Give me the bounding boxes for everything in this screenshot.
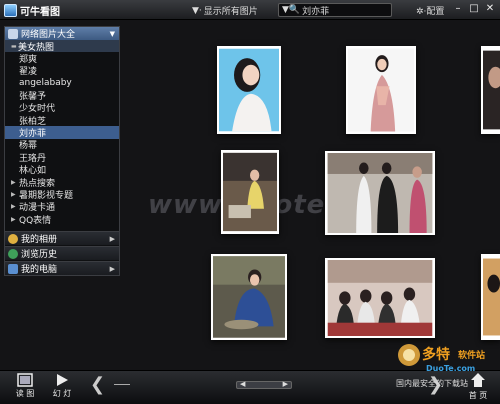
sidebar: 网络图片大全 ▼ ▬ 美女热图 郑爽 翟凌 angelababy 张馨予 少女时… [4, 26, 120, 276]
home-label: 首 页 [468, 391, 488, 400]
photo-image [223, 152, 277, 232]
search-icon: ▼🔍 [282, 5, 301, 15]
photo-image [213, 256, 285, 338]
sidebar-category-hot-search[interactable]: ▶ 热点搜索 [5, 176, 119, 189]
brand-slogan: 国内最安全的下载站 [396, 379, 468, 388]
filter-dropdown-icon: ▼· [192, 5, 202, 16]
scroll-right-icon[interactable]: ▶ [283, 380, 288, 388]
app-title-text: 可牛看图 [20, 7, 60, 18]
view-label: 读 图 [15, 389, 35, 398]
photo-thumbnail[interactable] [325, 151, 435, 235]
brand-logo-icon [398, 344, 420, 366]
sidebar-category-summer-movies[interactable]: ▶ 暑期影视专题 [5, 188, 119, 201]
photo-thumbnail[interactable] [346, 46, 416, 134]
search-value: 刘亦菲 [302, 6, 330, 17]
filter-dropdown[interactable]: ▼· 显示所有图片 [192, 4, 258, 18]
photo-image [483, 258, 500, 336]
photo-thumbnail[interactable] [211, 254, 287, 340]
play-icon [57, 374, 68, 386]
computer-icon [8, 263, 18, 274]
sidebar-category-anime[interactable]: ▶ 动漫卡通 [5, 201, 119, 213]
sidebar-nav-my-computer[interactable]: 我的电脑 ▶ [5, 261, 119, 275]
title-bar: 可牛看图 ▼· 显示所有图片 ▼🔍 刘亦菲 ✲·配置 – □ ✕ [0, 0, 500, 20]
category-label: 暑期影视专题 [19, 191, 74, 201]
chevron-down-icon: ▼ [109, 30, 115, 38]
filter-label: 显示所有图片 [203, 7, 258, 17]
photo-image [327, 260, 433, 336]
config-label: 配置 [426, 7, 445, 17]
chevron-right-icon: ▶ [109, 265, 115, 273]
album-icon [8, 233, 18, 244]
sidebar-item-person[interactable]: angelababy [5, 77, 119, 89]
photo-thumbnail[interactable] [217, 46, 281, 134]
sidebar-nav-history[interactable]: 浏览历史 [5, 246, 119, 260]
photo-image [348, 48, 414, 132]
home-icon [471, 373, 485, 387]
sidebar-item-person[interactable]: 林心如 [5, 164, 119, 176]
slideshow-button[interactable]: 幻 灯 [50, 373, 74, 399]
photo-image [327, 153, 433, 233]
photo-thumbnail[interactable] [325, 258, 435, 338]
photo-image [483, 50, 500, 130]
photo-image [219, 48, 279, 132]
sidebar-item-person[interactable]: 杨幂 [5, 139, 119, 151]
gallery-icon [8, 28, 18, 39]
sidebar-header-online-images[interactable]: 网络图片大全 ▼ [5, 27, 119, 40]
home-button[interactable]: 首 页 [464, 371, 492, 401]
sidebar-item-person[interactable]: 张馨予 [5, 89, 119, 102]
search-input[interactable]: ▼🔍 刘亦菲 [278, 3, 392, 17]
sidebar-item-person[interactable]: 郑爽 [5, 52, 119, 65]
expand-icon: ▶ [11, 215, 16, 223]
nav-label: 我的相册 [21, 235, 58, 245]
previous-page-icon[interactable]: ❮ [90, 374, 105, 395]
nav-label: 我的电脑 [21, 265, 58, 275]
chevron-right-icon: ▶ [109, 235, 115, 243]
sidebar-item-person[interactable]: 王珞丹 [5, 151, 119, 164]
category-label: QQ表情 [19, 215, 52, 226]
config-button[interactable]: ✲·配置 [416, 4, 444, 17]
sidebar-item-person[interactable]: 少女时代 [5, 102, 119, 114]
sidebar-category-qq-emoji[interactable]: ▶ QQ表情 [5, 213, 119, 226]
category-label: 热点搜索 [19, 178, 56, 189]
sidebar-header-label: 网络图片大全 [21, 30, 76, 40]
sidebar-item-person-selected[interactable]: 刘亦菲 [5, 126, 119, 139]
slideshow-label: 幻 灯 [52, 389, 72, 398]
expand-icon: ▶ [11, 203, 16, 211]
expand-icon: ▶ [11, 178, 16, 186]
divider [114, 384, 130, 385]
gear-icon: ✲· [416, 7, 427, 17]
history-icon [8, 248, 18, 259]
brand-name: 多特 [422, 347, 450, 363]
photo-thumbnail-partial[interactable] [481, 46, 500, 134]
view-button[interactable]: 读 图 [14, 373, 36, 399]
sidebar-item-person[interactable]: 张柏芝 [5, 114, 119, 127]
nav-label: 浏览历史 [21, 250, 58, 260]
minimize-icon[interactable]: – [452, 3, 464, 15]
maximize-icon[interactable]: □ [468, 3, 480, 15]
app-title: 可牛看图 [4, 3, 60, 18]
app-logo-icon [4, 4, 17, 17]
view-image-icon [17, 373, 33, 387]
scroll-left-icon[interactable]: ◀ [240, 380, 245, 388]
category-beauty-hot[interactable]: ▬ 美女热图 [5, 40, 119, 53]
horizontal-scrollbar[interactable]: ◀ ▶ [236, 380, 292, 389]
expand-icon: ▶ [11, 190, 16, 198]
sidebar-nav-my-album[interactable]: 我的相册 ▶ [5, 231, 119, 245]
collapse-icon: ▬ [11, 42, 17, 50]
sidebar-item-person[interactable]: 翟凌 [5, 64, 119, 77]
category-label: 动漫卡通 [19, 203, 56, 214]
photo-thumbnail-partial[interactable] [481, 254, 500, 340]
brand-sub: 软件站 [458, 351, 486, 361]
close-icon[interactable]: ✕ [484, 3, 496, 15]
category-label: 美女热图 [18, 42, 55, 53]
photo-thumbnail[interactable] [221, 150, 279, 234]
